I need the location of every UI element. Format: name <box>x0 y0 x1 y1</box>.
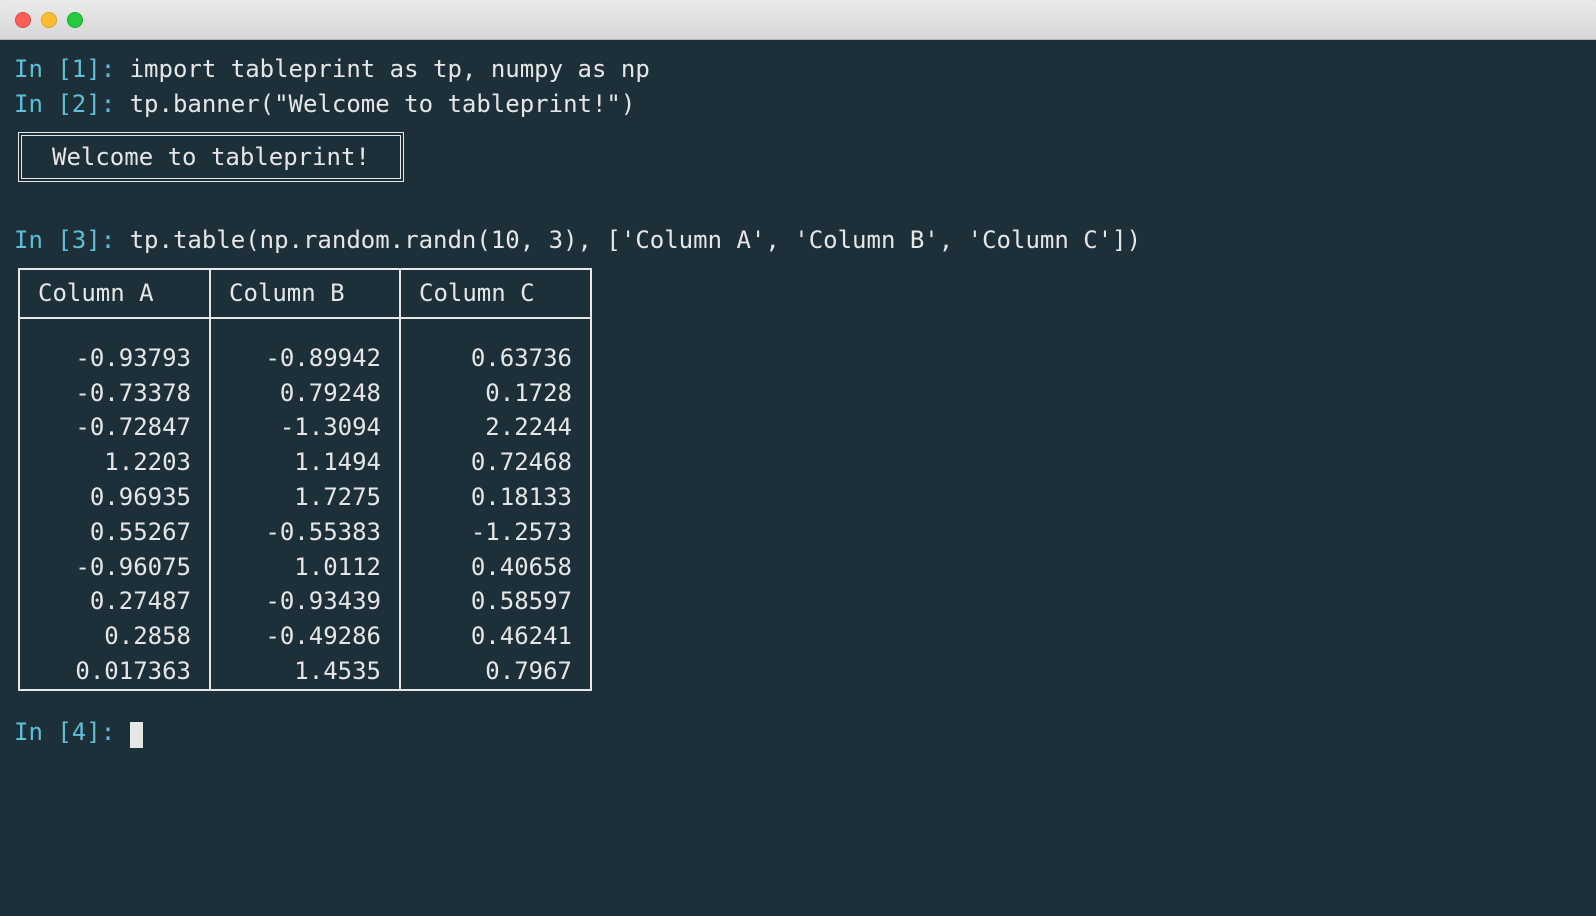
table-cell: 0.18133 <box>400 480 590 515</box>
close-icon[interactable] <box>15 12 31 28</box>
table-row: -0.733780.792480.1728 <box>20 376 590 411</box>
table-output: Column AColumn BColumn C-0.93793-0.89942… <box>18 268 592 691</box>
table-cell: 2.2244 <box>400 410 590 445</box>
table-cell: 0.27487 <box>20 584 210 619</box>
table-cell: 0.7967 <box>400 654 590 689</box>
terminal-body[interactable]: In [1]: import tableprint as tp, numpy a… <box>0 40 1596 916</box>
table-cell: 0.55267 <box>20 515 210 550</box>
cursor <box>130 722 143 748</box>
table-cell: 1.2203 <box>20 445 210 480</box>
table-row: 0.2858-0.492860.46241 <box>20 619 590 654</box>
table-cell: 0.72468 <box>400 445 590 480</box>
column-header: Column B <box>210 270 400 318</box>
table-row: 1.22031.14940.72468 <box>20 445 590 480</box>
table-cell: -1.2573 <box>400 515 590 550</box>
table-cell: 0.79248 <box>210 376 400 411</box>
code-line-3: tp.table(np.random.randn(10, 3), ['Colum… <box>130 226 1141 254</box>
table-cell: -0.49286 <box>210 619 400 654</box>
data-table: Column AColumn BColumn C-0.93793-0.89942… <box>20 270 590 689</box>
banner-text: Welcome to tableprint! <box>52 143 370 171</box>
prompt-in-3: In [3]: <box>14 226 130 254</box>
table-cell: 1.1494 <box>210 445 400 480</box>
table-cell: 0.63736 <box>400 318 590 376</box>
terminal-window: In [1]: import tableprint as tp, numpy a… <box>0 0 1596 916</box>
prompt-in-2: In [2]: <box>14 90 130 118</box>
table-cell: 0.1728 <box>400 376 590 411</box>
table-row: 0.969351.72750.18133 <box>20 480 590 515</box>
prompt-in-1: In [1]: <box>14 55 130 83</box>
table-cell: 0.96935 <box>20 480 210 515</box>
window-titlebar <box>0 0 1596 40</box>
table-cell: 0.2858 <box>20 619 210 654</box>
table-cell: 0.40658 <box>400 550 590 585</box>
window-controls <box>15 12 83 28</box>
table-row: -0.960751.01120.40658 <box>20 550 590 585</box>
table-row: -0.72847-1.30942.2244 <box>20 410 590 445</box>
table-cell: 1.4535 <box>210 654 400 689</box>
table-row: 0.27487-0.934390.58597 <box>20 584 590 619</box>
table-header-row: Column AColumn BColumn C <box>20 270 590 318</box>
maximize-icon[interactable] <box>67 12 83 28</box>
table-cell: -0.93439 <box>210 584 400 619</box>
table-row: 0.55267-0.55383-1.2573 <box>20 515 590 550</box>
table-cell: -1.3094 <box>210 410 400 445</box>
table-cell: -0.73378 <box>20 376 210 411</box>
table-row: -0.93793-0.899420.63736 <box>20 318 590 376</box>
table-cell: 1.7275 <box>210 480 400 515</box>
prompt-in-4: In [4]: <box>14 718 130 746</box>
table-cell: -0.96075 <box>20 550 210 585</box>
table-cell: -0.89942 <box>210 318 400 376</box>
table-cell: -0.93793 <box>20 318 210 376</box>
table-cell: 0.017363 <box>20 654 210 689</box>
column-header: Column C <box>400 270 590 318</box>
banner-output: Welcome to tableprint! <box>18 132 1582 183</box>
code-line-1: import tableprint as tp, numpy as np <box>130 55 650 83</box>
table-cell: 0.46241 <box>400 619 590 654</box>
code-line-2: tp.banner("Welcome to tableprint!") <box>130 90 636 118</box>
column-header: Column A <box>20 270 210 318</box>
table-cell: 0.58597 <box>400 584 590 619</box>
table-cell: 1.0112 <box>210 550 400 585</box>
table-cell: -0.55383 <box>210 515 400 550</box>
table-row: 0.0173631.45350.7967 <box>20 654 590 689</box>
minimize-icon[interactable] <box>41 12 57 28</box>
table-cell: -0.72847 <box>20 410 210 445</box>
banner-box: Welcome to tableprint! <box>18 132 404 183</box>
